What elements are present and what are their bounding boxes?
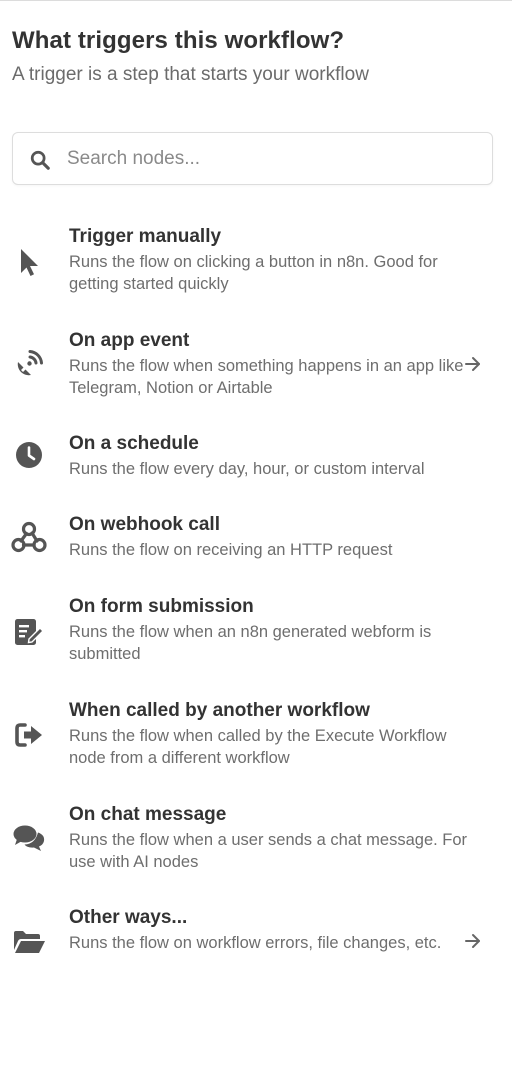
trigger-label: On app event <box>69 330 190 351</box>
trigger-label: On chat message <box>69 804 227 825</box>
search-input[interactable] <box>67 143 477 175</box>
trigger-label: Other ways... <box>69 907 188 928</box>
trigger-label: Trigger manually <box>69 226 222 247</box>
trigger-item-subworkflow[interactable]: When called by another workflow Runs the… <box>0 700 512 770</box>
trigger-item-webhook[interactable]: On webhook call Runs the flow on receivi… <box>0 514 512 564</box>
trigger-description: Runs the flow when something happens in … <box>69 357 464 397</box>
trigger-item-schedule[interactable]: On a schedule Runs the flow every day, h… <box>0 433 512 483</box>
sign-out-icon <box>10 716 48 754</box>
trigger-description: Runs the flow on workflow errors, file c… <box>69 934 442 952</box>
trigger-label: On form submission <box>69 596 254 617</box>
trigger-item-app-event[interactable]: On app event Runs the flow when somethin… <box>0 330 512 400</box>
satellite-dish-icon <box>10 345 48 383</box>
arrow-right-icon[interactable] <box>462 353 484 375</box>
trigger-description: Runs the flow when called by the Execute… <box>69 727 447 767</box>
trigger-item-manual[interactable]: Trigger manually Runs the flow on clicki… <box>0 226 512 296</box>
trigger-panel: What triggers this workflow? A trigger i… <box>0 0 512 1080</box>
chat-bubbles-icon <box>10 819 48 857</box>
clock-icon <box>10 436 48 474</box>
webhook-icon <box>10 518 48 556</box>
folder-open-icon <box>10 923 48 961</box>
trigger-description: Runs the flow every day, hour, or custom… <box>69 460 425 478</box>
search-box[interactable] <box>12 132 493 185</box>
trigger-description: Runs the flow when an n8n generated webf… <box>69 623 432 663</box>
search-icon <box>30 150 50 170</box>
trigger-item-other[interactable]: Other ways... Runs the flow on workflow … <box>0 907 512 977</box>
panel-subtitle: A trigger is a step that starts your wor… <box>12 64 369 85</box>
trigger-label: When called by another workflow <box>69 700 370 721</box>
trigger-item-chat[interactable]: On chat message Runs the flow when a use… <box>0 804 512 874</box>
panel-title: What triggers this workflow? <box>12 27 345 54</box>
form-edit-icon <box>10 613 48 651</box>
trigger-label: On webhook call <box>69 514 220 535</box>
trigger-label: On a schedule <box>69 433 199 454</box>
trigger-description: Runs the flow on receiving an HTTP reque… <box>69 541 393 559</box>
trigger-item-form[interactable]: On form submission Runs the flow when an… <box>0 596 512 666</box>
arrow-right-icon[interactable] <box>462 930 484 952</box>
trigger-description: Runs the flow when a user sends a chat m… <box>69 831 468 871</box>
cursor-pointer-icon <box>10 243 48 281</box>
trigger-description: Runs the flow on clicking a button in n8… <box>69 253 438 293</box>
